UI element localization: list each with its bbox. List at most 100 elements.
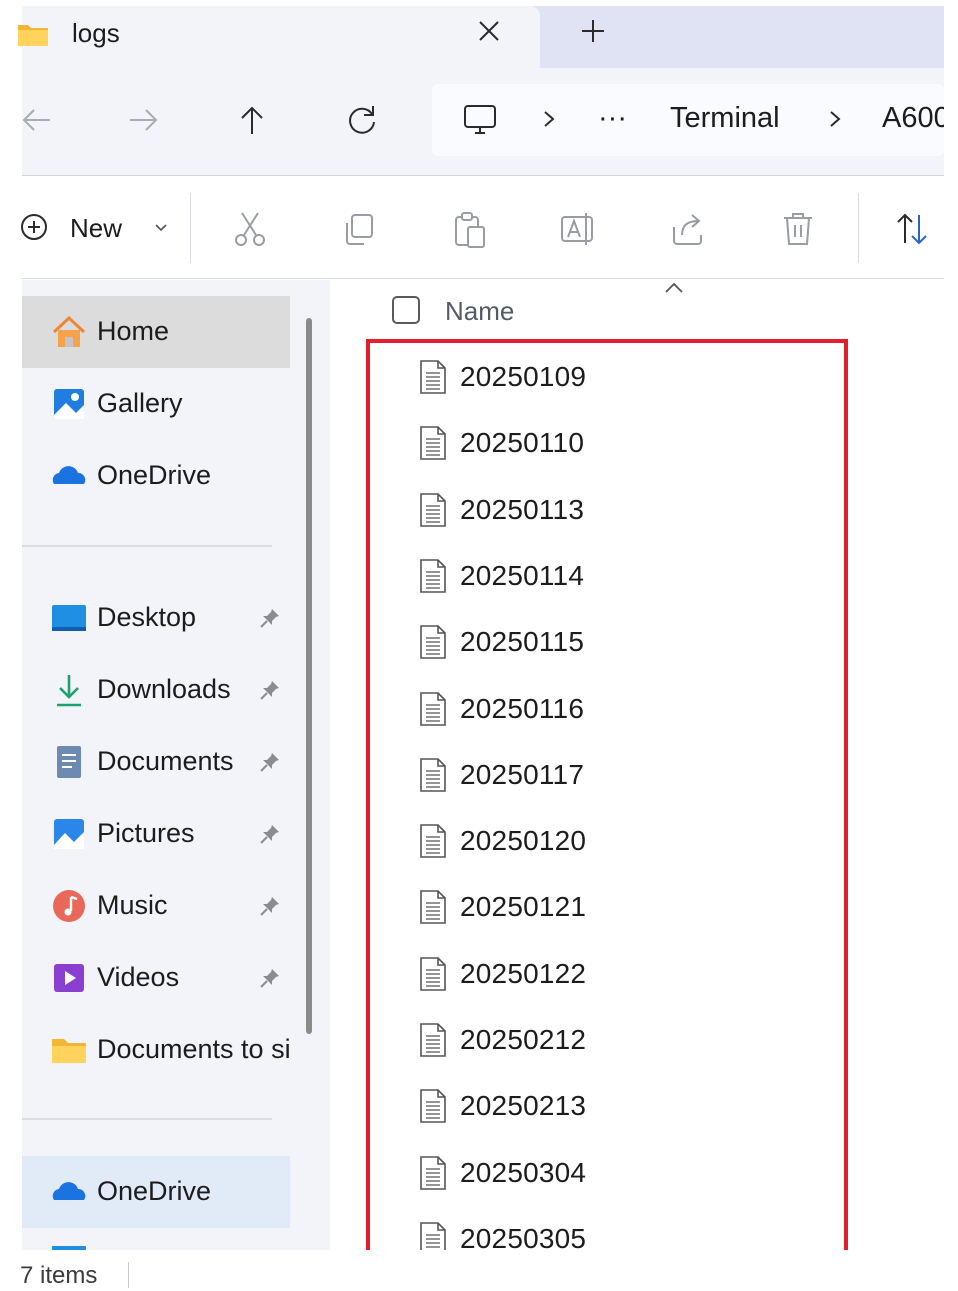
text-file-icon xyxy=(420,426,446,461)
file-row[interactable]: 20250304 xyxy=(400,1145,830,1211)
this-pc-icon[interactable] xyxy=(462,102,498,138)
file-row[interactable]: 20250213 xyxy=(400,1078,830,1144)
address-bar[interactable]: ··· Terminal A600 xyxy=(432,84,944,156)
text-file-icon xyxy=(420,360,446,394)
file-name: 20250110 xyxy=(460,427,585,459)
file-name: 20250114 xyxy=(460,559,585,591)
sidebar-item-label: Desktop xyxy=(97,602,197,632)
pin-icon[interactable] xyxy=(258,822,282,846)
onedrive-icon xyxy=(52,466,86,484)
gallery-icon xyxy=(54,389,84,419)
sidebar-scrollbar[interactable] xyxy=(292,280,330,1250)
back-arrow-icon[interactable] xyxy=(18,102,54,138)
chevron-right-icon[interactable] xyxy=(538,104,560,134)
new-button[interactable]: New xyxy=(18,197,168,261)
text-file-icon xyxy=(420,559,446,593)
file-row[interactable]: 20250305 xyxy=(400,1211,830,1250)
file-name: 20250117 xyxy=(460,758,585,790)
file-row[interactable]: 20250115 xyxy=(400,614,830,680)
file-row[interactable]: 20250113 xyxy=(400,482,830,548)
folder-icon xyxy=(52,1039,86,1063)
text-file-icon xyxy=(420,492,446,527)
file-row[interactable]: 20250109 xyxy=(400,349,830,415)
file-list: Name 20250109 20250110 20250113 20250114 202… xyxy=(330,280,944,1250)
divider xyxy=(858,193,859,263)
pin-icon[interactable] xyxy=(258,966,282,990)
sidebar-item-label: Pictures xyxy=(97,818,195,848)
sidebar-item-label: Documents to si xyxy=(97,1034,291,1064)
file-row[interactable]: 20250110 xyxy=(400,415,830,481)
sidebar-item-onedrive[interactable]: OneDrive xyxy=(22,440,290,512)
navigation-bar: ··· Terminal A600 xyxy=(22,68,944,176)
file-row[interactable]: 20250121 xyxy=(400,879,830,945)
file-row[interactable]: 20250114 xyxy=(400,548,830,614)
divider xyxy=(190,193,191,263)
file-row[interactable]: 20250212 xyxy=(400,1012,830,1078)
sidebar-item-home[interactable]: Home xyxy=(22,296,290,368)
delete-icon[interactable] xyxy=(778,209,818,249)
sidebar-item-label: Downloads xyxy=(97,674,231,704)
sidebar-item-documents[interactable]: Documents xyxy=(22,726,290,798)
text-file-icon xyxy=(420,757,446,792)
chevron-right-icon[interactable] xyxy=(824,104,846,134)
sidebar-item-documents-to-sign[interactable]: Documents to si xyxy=(22,1014,291,1086)
sort-icon[interactable] xyxy=(892,209,932,249)
tab-logs[interactable]: logs xyxy=(18,6,540,68)
rename-icon[interactable] xyxy=(558,209,598,249)
breadcrumb-overflow[interactable]: ··· xyxy=(598,102,627,135)
sidebar-item-gallery[interactable]: Gallery xyxy=(22,368,290,440)
pin-icon[interactable] xyxy=(258,894,282,918)
videos-icon xyxy=(54,964,84,992)
scrollbar-thumb[interactable] xyxy=(306,318,312,1034)
refresh-icon[interactable] xyxy=(344,102,380,138)
add-circle-icon xyxy=(21,214,47,240)
share-icon[interactable] xyxy=(668,209,708,249)
sidebar-item-desktop[interactable]: Desktop xyxy=(22,582,290,654)
tab-strip: logs xyxy=(18,6,944,68)
breadcrumb-a600[interactable]: A600 xyxy=(882,102,944,135)
breadcrumb-terminal[interactable]: Terminal xyxy=(670,102,780,135)
onedrive-icon xyxy=(52,1182,86,1200)
text-file-icon xyxy=(420,956,446,991)
sidebar-item-label: Home xyxy=(97,316,170,346)
file-name: 20250113 xyxy=(460,493,585,525)
pictures-icon xyxy=(54,819,84,849)
close-icon[interactable] xyxy=(474,16,504,46)
new-tab-plus-icon[interactable] xyxy=(578,16,608,46)
status-bar: 7 items xyxy=(0,1250,958,1291)
sidebar-item-music[interactable]: Music xyxy=(22,870,290,942)
column-header-name[interactable]: Name xyxy=(445,296,514,327)
text-file-icon xyxy=(420,890,446,925)
pin-icon[interactable] xyxy=(258,606,282,630)
file-row[interactable]: 20250116 xyxy=(400,681,830,747)
copy-icon[interactable] xyxy=(340,209,380,249)
text-file-icon xyxy=(420,1155,446,1190)
file-name: 20250122 xyxy=(460,957,587,989)
home-icon xyxy=(52,315,86,347)
sidebar-item-pictures[interactable]: Pictures xyxy=(22,798,290,870)
divider xyxy=(22,1118,272,1120)
file-row[interactable]: 20250117 xyxy=(400,747,830,813)
file-row[interactable]: 20250120 xyxy=(400,813,830,879)
up-arrow-icon[interactable] xyxy=(234,102,270,138)
paste-icon[interactable] xyxy=(450,209,490,249)
cut-icon[interactable] xyxy=(230,209,270,249)
sort-ascending-caret-icon xyxy=(665,282,683,293)
desktop-icon xyxy=(52,605,86,631)
sidebar-item-label: Documents xyxy=(97,746,234,776)
select-all-checkbox[interactable] xyxy=(392,296,420,324)
file-row[interactable]: 20250122 xyxy=(400,946,830,1012)
file-name: 20250304 xyxy=(460,1156,587,1188)
sidebar-item-onedrive-account[interactable]: OneDrive xyxy=(22,1156,290,1228)
forward-arrow-icon[interactable] xyxy=(126,102,162,138)
pin-icon[interactable] xyxy=(258,678,282,702)
pin-icon[interactable] xyxy=(258,750,282,774)
command-bar: New xyxy=(21,177,944,279)
sidebar-item-downloads[interactable]: Downloads xyxy=(22,654,290,726)
sidebar-item-label: Gallery xyxy=(97,388,183,418)
file-name: 20250121 xyxy=(460,891,587,923)
tab-title: logs xyxy=(72,18,120,48)
file-name: 20250109 xyxy=(460,361,587,392)
file-name: 20250213 xyxy=(460,1090,587,1122)
sidebar-item-videos[interactable]: Videos xyxy=(22,942,290,1014)
